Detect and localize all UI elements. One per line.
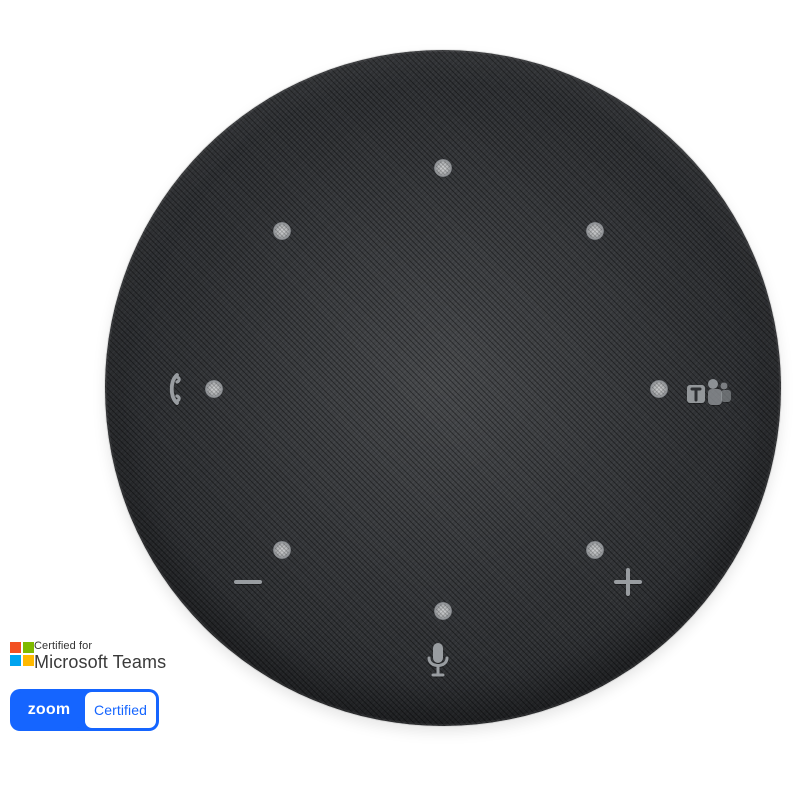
mic-hole-left — [205, 380, 223, 398]
mic-hole-lower-right — [586, 541, 604, 559]
zoom-certified-label: Certified — [85, 692, 156, 728]
mic-hole-upper-left — [273, 222, 291, 240]
teams-icon — [686, 375, 732, 409]
zoom-wordmark: zoom — [13, 692, 85, 728]
volume-down-button[interactable] — [231, 565, 265, 599]
volume-down-icon — [231, 565, 265, 599]
ms-logo-square-green — [23, 642, 34, 653]
mic-hole-lower-left — [273, 541, 291, 559]
product-image-stage: Certified for Microsoft Teams zoom Certi… — [0, 0, 800, 785]
ms-logo-square-yellow — [23, 655, 34, 666]
hook-icon — [161, 371, 185, 407]
microsoft-teams-text: Microsoft Teams — [34, 652, 167, 672]
mic-hole-bottom — [434, 602, 452, 620]
ms-logo-square-blue — [10, 655, 21, 666]
volume-up-icon — [611, 565, 645, 599]
zoom-certification: zoom Certified — [10, 689, 159, 731]
certified-for-text: Certified for — [34, 640, 93, 652]
mute-button[interactable] — [421, 640, 455, 680]
microsoft-logo-icon — [10, 642, 36, 668]
mic-hole-top — [434, 159, 452, 177]
mic-hole-right — [650, 380, 668, 398]
ms-logo-square-red — [10, 642, 21, 653]
hook-button[interactable] — [161, 371, 185, 407]
teams-button[interactable] — [686, 375, 732, 409]
mic-hole-upper-right — [586, 222, 604, 240]
microsoft-teams-certification: Certified for Microsoft Teams — [10, 640, 180, 676]
volume-up-button[interactable] — [611, 565, 645, 599]
microphone-icon — [421, 640, 455, 680]
speakerphone-device — [105, 50, 781, 726]
